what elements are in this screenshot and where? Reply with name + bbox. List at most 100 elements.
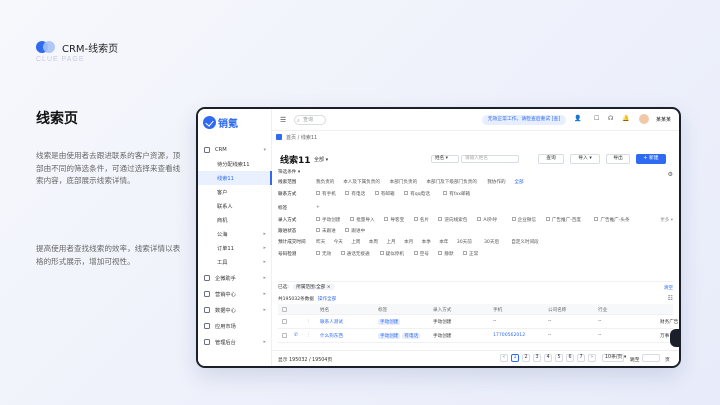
lead-name-link[interactable]: 联系人测试 bbox=[320, 319, 343, 325]
page-button[interactable]: 4 bbox=[544, 354, 552, 362]
filter-option[interactable]: 有电话 bbox=[345, 191, 365, 197]
user-switch-icon[interactable]: 👤 bbox=[574, 115, 581, 122]
table-row[interactable]: ✆ ⋮ 什么狗东西 手动创建 有电话 手动创建 17700562012 -- -- 万事 bbox=[278, 329, 673, 343]
filter-option[interactable]: 逆向线索包 bbox=[438, 217, 467, 223]
sidebar-item[interactable]: 线索11 bbox=[198, 171, 272, 185]
search-field-select[interactable]: 姓名 ▾ bbox=[431, 155, 459, 163]
sidebar-item[interactable]: 营销中心 ▸ bbox=[198, 287, 272, 301]
headset-icon[interactable]: ☊ bbox=[608, 115, 613, 122]
filter-option[interactable]: 30天后 bbox=[484, 239, 499, 245]
filter-option[interactable]: 我协作的 bbox=[487, 179, 505, 185]
filter-option[interactable]: 本季 bbox=[422, 239, 431, 245]
sidebar-item[interactable]: 公海 ▸ bbox=[198, 227, 272, 241]
filter-option[interactable]: 广告推广-百度 bbox=[545, 217, 581, 223]
jump-page-input[interactable] bbox=[642, 354, 660, 362]
task-icon[interactable]: ☐ bbox=[594, 115, 599, 122]
filter-option[interactable]: 名片 bbox=[413, 217, 429, 223]
notice-banner[interactable]: 无效正常工作，请检查后重试 [查] bbox=[482, 115, 566, 125]
filter-option[interactable]: 未跟进 bbox=[316, 228, 336, 234]
filter-option[interactable]: 自定义时间段 bbox=[511, 239, 539, 245]
sidebar-item[interactable]: CRM ▾ bbox=[198, 143, 272, 157]
global-search-input[interactable]: ⌕ 查询 bbox=[294, 115, 326, 125]
table-row[interactable]: ⋮ 联系人测试 手动创建 手动创建 -- -- -- 财务广告 bbox=[278, 315, 678, 329]
filter-option[interactable]: 跟进中 bbox=[345, 228, 365, 234]
avatar[interactable] bbox=[639, 114, 649, 124]
sidebar-item[interactable]: 数据中心 ▸ bbox=[198, 303, 272, 317]
filter-option[interactable]: 企业微信 bbox=[511, 217, 536, 223]
filter-option[interactable]: 30天前 bbox=[457, 239, 472, 245]
more-filters-link[interactable]: 更多 ▾ bbox=[660, 217, 673, 223]
operate-all-link[interactable]: 操作全部 bbox=[318, 297, 336, 302]
filter-option[interactable]: AI外呼 bbox=[477, 217, 497, 223]
filter-option[interactable]: 有qq电话 bbox=[404, 191, 430, 197]
filter-option[interactable]: 我负责的 bbox=[316, 179, 334, 185]
filter-option[interactable]: 本人及下属负责的 bbox=[343, 179, 380, 185]
breadcrumb-text[interactable]: 首页 / 线索11 bbox=[286, 135, 317, 141]
lead-name-link[interactable]: 什么狗东西 bbox=[320, 333, 343, 339]
sidebar-item[interactable]: 企微助手 ▸ bbox=[198, 271, 272, 285]
sidebar-item[interactable]: 订单11 ▸ bbox=[198, 241, 272, 255]
row-checkbox[interactable] bbox=[282, 333, 287, 340]
sidebar-item[interactable]: 商机 bbox=[198, 213, 272, 227]
page-button[interactable]: 3 bbox=[533, 354, 541, 362]
filter-option[interactable]: 静默 bbox=[438, 251, 454, 257]
page-button[interactable]: 7 bbox=[577, 354, 585, 362]
page-button[interactable]: 2 bbox=[522, 354, 530, 362]
sidebar-item[interactable]: 工具 ▸ bbox=[198, 255, 272, 269]
export-button[interactable]: 导出 bbox=[606, 154, 630, 164]
filter-option[interactable]: 本月 bbox=[404, 239, 413, 245]
bell-icon[interactable]: 🔔 bbox=[622, 115, 629, 122]
clear-filters-link[interactable]: 清空 bbox=[664, 285, 673, 291]
gear-icon[interactable]: ⚙ bbox=[668, 171, 673, 178]
search-value-input[interactable]: 请输入姓名 bbox=[461, 155, 519, 163]
filter-option[interactable]: 广告推广-头条 bbox=[594, 217, 630, 223]
menu-toggle-icon[interactable]: ☰ bbox=[280, 116, 286, 124]
collapse-handle[interactable] bbox=[670, 329, 679, 347]
sidebar-item[interactable]: 客户 bbox=[198, 185, 272, 199]
filter-option[interactable]: 今天 bbox=[334, 239, 343, 245]
sidebar-item[interactable]: 应用市场 bbox=[198, 319, 272, 333]
import-button[interactable]: 导入 ▾ bbox=[570, 154, 600, 164]
filter-option[interactable]: 全部 bbox=[514, 179, 523, 185]
filter-option[interactable]: 本周 bbox=[369, 239, 378, 245]
sidebar-item[interactable]: 待分配线索11 bbox=[198, 157, 272, 171]
row-more-icon[interactable]: ⋮ bbox=[306, 319, 311, 324]
query-button[interactable]: 查询 bbox=[538, 154, 564, 164]
page-button[interactable]: 1 bbox=[511, 354, 519, 362]
phone-number[interactable]: 17700562012 bbox=[493, 333, 525, 338]
row-more-icon[interactable]: ⋮ bbox=[306, 333, 311, 338]
filter-chip[interactable]: 所属范围:全部 × bbox=[293, 284, 334, 290]
page-button[interactable]: 5 bbox=[555, 354, 563, 362]
sidebar-item[interactable]: 管理后台 ▸ bbox=[198, 335, 272, 349]
row-checkbox[interactable] bbox=[282, 319, 287, 326]
page-button[interactable]: ‹ bbox=[500, 354, 508, 362]
filter-option[interactable]: 正常 bbox=[463, 251, 478, 257]
page-button[interactable]: 6 bbox=[566, 354, 574, 362]
page-button[interactable]: › bbox=[588, 354, 596, 362]
filter-option[interactable]: 手动创建 bbox=[316, 217, 340, 223]
filter-option[interactable]: 本部门负责的 bbox=[390, 179, 418, 185]
filter-option[interactable]: 疑似停机 bbox=[379, 251, 404, 257]
filter-option[interactable]: 通话无接通 bbox=[340, 251, 370, 257]
filter-option[interactable]: 昨天 bbox=[316, 239, 325, 245]
select-all-checkbox[interactable] bbox=[282, 307, 287, 314]
page-size-select[interactable]: 10条/页 ▾ bbox=[602, 354, 626, 362]
filter-option[interactable]: 无效 bbox=[316, 251, 331, 257]
filter-option[interactable]: 有fax邮箱 bbox=[443, 191, 470, 197]
filter-option[interactable]: 上月 bbox=[386, 239, 395, 245]
filter-option[interactable]: 导客宝 bbox=[384, 217, 404, 223]
home-icon[interactable] bbox=[276, 134, 282, 140]
filter-option[interactable]: 本年 bbox=[439, 239, 448, 245]
sidebar-item[interactable]: 联系人 bbox=[198, 199, 272, 213]
phone-number[interactable]: -- bbox=[493, 319, 496, 324]
user-name[interactable]: 某某某 bbox=[656, 116, 671, 123]
filter-option[interactable]: 上周 bbox=[351, 239, 360, 245]
new-button[interactable]: + 新建 bbox=[636, 154, 666, 164]
filter-option[interactable]: 空号 bbox=[413, 251, 429, 257]
phone-icon[interactable]: ✆ bbox=[294, 333, 298, 338]
filter-option[interactable]: 有邮箱 bbox=[374, 191, 395, 197]
column-settings-icon[interactable]: ☷ bbox=[668, 295, 673, 302]
filter-option[interactable]: 本部门及下级部门负责的 bbox=[426, 179, 477, 185]
scope-dropdown[interactable]: 全部 ▾ bbox=[314, 156, 328, 163]
filter-toggle[interactable]: 筛选条件 ▾ bbox=[278, 169, 300, 175]
